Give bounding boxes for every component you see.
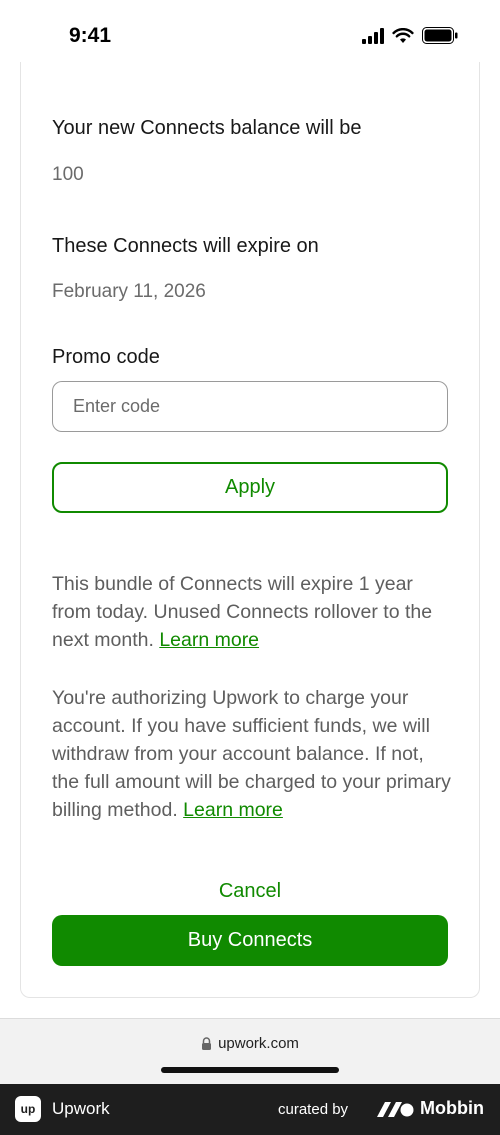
footer-app-name: Upwork [52, 1099, 110, 1118]
wifi-icon [392, 27, 414, 43]
balance-value: 100 [52, 164, 84, 185]
promo-code-input[interactable] [52, 381, 448, 432]
bundle-learn-more-link[interactable]: Learn more [159, 629, 259, 651]
browser-address-bar: upwork.com [0, 1018, 500, 1084]
expiry-label: These Connects will expire on [52, 235, 319, 257]
attribution-footer: up Upwork curated by Mobbin [0, 1084, 500, 1135]
authorization-learn-more-link[interactable]: Learn more [183, 799, 283, 821]
balance-label: Your new Connects balance will be [52, 117, 362, 139]
purchase-card [20, 62, 480, 998]
home-indicator [161, 1067, 339, 1073]
url-text: upwork.com [218, 1035, 299, 1052]
upwork-logo-icon: up [15, 1096, 41, 1122]
cancel-button[interactable]: Cancel [52, 874, 448, 908]
upwork-logo-text: up [20, 1102, 36, 1116]
footer-brand-name: Mobbin [420, 1098, 484, 1118]
apply-button[interactable]: Apply [52, 462, 448, 513]
bundle-info-text: This bundle of Connects will expire 1 ye… [52, 570, 452, 654]
buy-connects-button[interactable]: Buy Connects [52, 915, 448, 966]
status-time: 9:41 [69, 24, 112, 47]
mobbin-logo-icon [377, 1102, 414, 1117]
cellular-signal-icon [362, 27, 384, 44]
authorization-text: You're authorizing Upwork to charge your… [52, 684, 452, 824]
status-icons [362, 27, 458, 44]
battery-icon [422, 27, 458, 44]
footer-curated-by: curated by [278, 1101, 349, 1118]
expiry-value: February 11, 2026 [52, 281, 206, 302]
promo-code-label: Promo code [52, 346, 160, 368]
url-display[interactable]: upwork.com [0, 1035, 500, 1052]
lock-icon [202, 1037, 212, 1050]
